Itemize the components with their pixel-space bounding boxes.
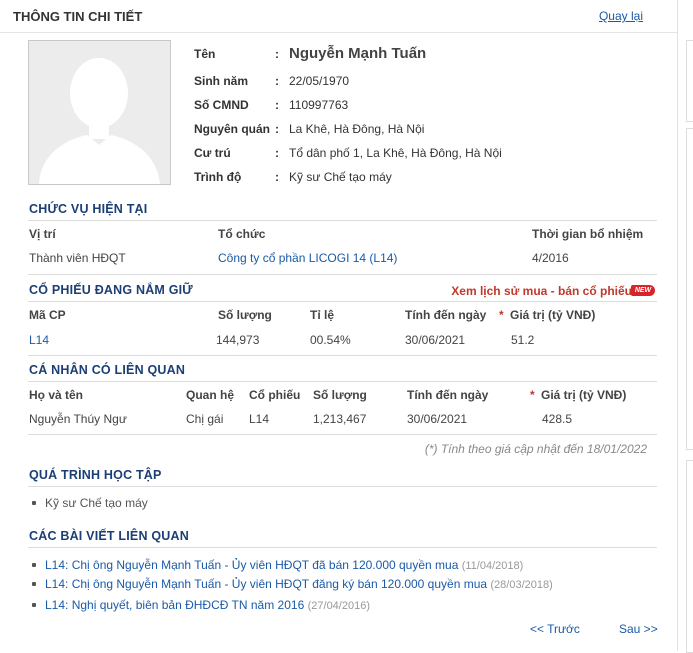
hometown-label: Nguyên quán: [194, 122, 271, 136]
holdings-col-value: Giá trị (tỷ VNĐ): [510, 308, 596, 322]
asterisk-marker: *: [499, 308, 504, 322]
related-heading: CÁ NHÂN CÓ LIÊN QUAN: [29, 363, 186, 377]
bullet: [32, 603, 36, 607]
article-link[interactable]: L14: Nghị quyết, biên bản ĐHĐCĐ TN năm 2…: [45, 598, 304, 612]
related-name: Nguyễn Thúy Ngư: [29, 412, 127, 426]
avatar: [28, 40, 171, 185]
residence-label: Cư trú: [194, 146, 231, 160]
holdings-col-code: Mã CP: [29, 308, 66, 322]
divider: [28, 486, 657, 487]
divider: [28, 355, 657, 356]
related-stock: L14: [249, 412, 270, 426]
price-note: (*) Tính theo giá cập nhật đến 18/01/202…: [424, 442, 647, 456]
article-date: (28/03/2018): [490, 579, 553, 591]
article-date: (27/04/2016): [307, 600, 370, 612]
related-qty: 1,213,467: [313, 412, 367, 426]
position-col-role: Vị trí: [29, 227, 56, 241]
side-panel-edge: [686, 460, 693, 653]
bullet: [32, 563, 36, 567]
holdings-heading: CỔ PHIẾU ĐANG NẮM GIỮ: [29, 283, 193, 297]
colon: :: [275, 122, 279, 136]
person-silhouette-icon: [29, 41, 170, 184]
related-value: 428.5: [542, 412, 573, 426]
related-col-name: Họ và tên: [29, 388, 84, 402]
education-value: Kỹ sư Chế tạo máy: [289, 170, 392, 184]
related-relation: Chị gái: [186, 412, 224, 426]
article-item: L14: Chị ông Nguyễn Mạnh Tuấn - Ủy viên …: [45, 558, 523, 572]
related-col-relation: Quan hệ: [186, 388, 235, 402]
divider: [28, 434, 657, 435]
asterisk-marker: *: [530, 388, 535, 402]
article-date: (11/04/2018): [461, 560, 524, 572]
prev-page-link[interactable]: << Trước: [530, 622, 580, 636]
next-page-link[interactable]: Sau >>: [619, 622, 658, 636]
detail-panel: THÔNG TIN CHI TIẾT Quay lại Tên : Nguyễn…: [0, 0, 678, 651]
related-col-date: Tính đến ngày: [407, 388, 489, 402]
divider: [28, 547, 657, 548]
id-label: Số CMND: [194, 98, 249, 112]
id-value: 110997763: [289, 98, 349, 112]
related-col-value: Giá trị (tỷ VNĐ): [541, 388, 627, 402]
side-panel-edge: [686, 40, 693, 122]
position-org-link[interactable]: Công ty cổ phần LICOGI 14 (L14): [218, 251, 397, 265]
holdings-col-qty: Số lượng: [218, 308, 272, 322]
colon: :: [275, 170, 279, 184]
article-item: L14: Nghị quyết, biên bản ĐHĐCĐ TN năm 2…: [45, 598, 370, 612]
holdings-qty: 144,973: [216, 333, 260, 347]
holdings-code-link[interactable]: L14: [29, 333, 49, 347]
name-label: Tên: [194, 47, 216, 61]
divider: [28, 220, 657, 221]
holdings-value: 51.2: [511, 333, 535, 347]
position-since: 4/2016: [532, 251, 569, 265]
position-role: Thành viên HĐQT: [29, 251, 126, 265]
divider: [28, 381, 657, 382]
colon: :: [275, 146, 279, 160]
birth-value: 22/05/1970: [289, 74, 350, 88]
bullet: [32, 501, 36, 505]
colon: :: [275, 47, 279, 61]
divider: [28, 301, 657, 302]
articles-heading: CÁC BÀI VIẾT LIÊN QUAN: [29, 529, 189, 543]
colon: :: [275, 74, 279, 88]
holdings-ratio: 00.54%: [310, 333, 351, 347]
trade-history-link[interactable]: Xem lịch sử mua - bán cổ phiếu: [451, 284, 632, 298]
education-heading: QUÁ TRÌNH HỌC TẬP: [29, 468, 162, 482]
related-col-stock: Cổ phiếu: [249, 388, 301, 402]
divider: [28, 274, 657, 275]
holdings-col-ratio: Tỉ lệ: [310, 308, 335, 322]
article-link[interactable]: L14: Chị ông Nguyễn Mạnh Tuấn - Ủy viên …: [45, 558, 458, 572]
article-item: L14: Chị ông Nguyễn Mạnh Tuấn - Ủy viên …: [45, 577, 553, 591]
bullet: [32, 582, 36, 586]
new-badge: NEW: [631, 285, 655, 296]
education-item: Kỹ sư Chế tạo máy: [45, 496, 148, 510]
article-link[interactable]: L14: Chị ông Nguyễn Mạnh Tuấn - Ủy viên …: [45, 577, 487, 591]
birth-label: Sinh năm: [194, 74, 249, 88]
back-link[interactable]: Quay lại: [599, 9, 643, 23]
side-panel-edge: [686, 128, 693, 450]
related-col-qty: Số lượng: [313, 388, 367, 402]
position-heading: CHỨC VỤ HIỆN TẠI: [29, 202, 148, 216]
panel-title: THÔNG TIN CHI TIẾT: [13, 9, 143, 24]
holdings-col-date: Tính đến ngày: [405, 308, 487, 322]
holdings-date: 30/06/2021: [405, 333, 466, 347]
hometown-value: La Khê, Hà Đông, Hà Nội: [289, 122, 425, 136]
education-label: Trình độ: [194, 170, 242, 184]
residence-value: Tổ dân phố 1, La Khê, Hà Đông, Hà Nội: [289, 146, 502, 160]
position-col-org: Tổ chức: [218, 227, 266, 241]
position-col-since: Thời gian bổ nhiệm: [532, 227, 644, 241]
related-date: 30/06/2021: [407, 412, 468, 426]
panel-header: THÔNG TIN CHI TIẾT Quay lại: [0, 0, 677, 33]
colon: :: [275, 98, 279, 112]
name-value: Nguyễn Mạnh Tuấn: [289, 45, 427, 62]
